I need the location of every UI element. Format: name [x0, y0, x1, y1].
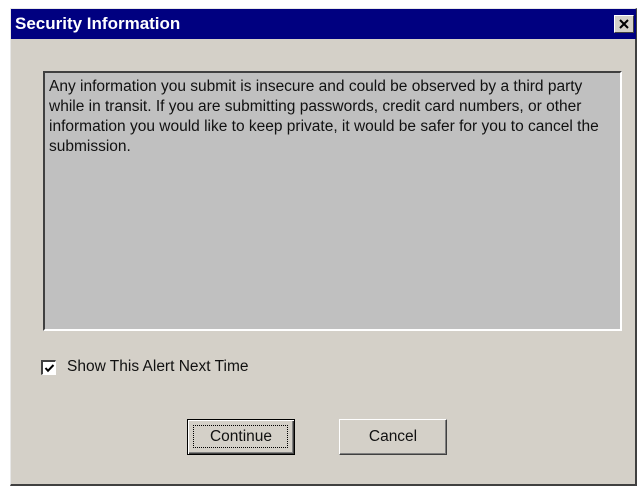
dialog-title: Security Information	[15, 14, 181, 33]
security-information-dialog: Security Information Any information you…	[10, 8, 637, 486]
show-alert-checkbox-row[interactable]: Show This Alert Next Time	[41, 357, 248, 377]
checkmark-icon	[44, 363, 55, 372]
message-panel: Any information you submit is insecure a…	[43, 71, 622, 331]
close-icon	[619, 19, 629, 29]
title-bar[interactable]: Security Information	[11, 9, 636, 39]
cancel-button-label: Cancel	[368, 428, 418, 445]
security-message: Any information you submit is insecure a…	[49, 78, 599, 155]
continue-button[interactable]: Continue	[187, 419, 295, 455]
show-alert-checkbox[interactable]	[41, 359, 56, 375]
continue-button-label: Continue	[209, 428, 273, 445]
close-button[interactable]	[614, 15, 634, 33]
show-alert-label[interactable]: Show This Alert Next Time	[67, 358, 248, 376]
cancel-button[interactable]: Cancel	[339, 419, 447, 455]
